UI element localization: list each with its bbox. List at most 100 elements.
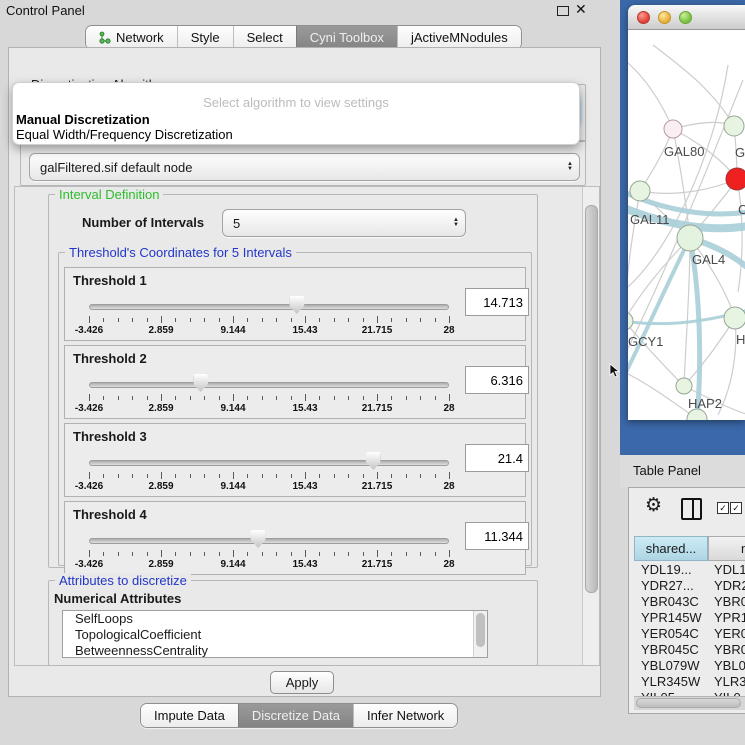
close-traffic-light-icon[interactable] [637, 11, 650, 24]
column-header-name[interactable]: n... [708, 536, 745, 561]
node-label-gal4: GAL4 [692, 252, 725, 267]
tab-jactivemnodules[interactable]: jActiveMNodules [397, 26, 521, 49]
tab-impute-data[interactable]: Impute Data [141, 704, 238, 727]
tab-style[interactable]: Style [177, 26, 233, 49]
slider-track[interactable] [89, 460, 449, 466]
popup-option-manual-discretization[interactable]: Manual Discretization [16, 112, 150, 127]
table-row[interactable]: YBL079WYBL0... [634, 658, 745, 674]
threshold-1-label: Threshold 1 [73, 273, 147, 288]
threshold-4-panel: Threshold 4 -3.4262.8599.14415.4321.7152… [64, 501, 526, 575]
tab-network[interactable]: Network [86, 26, 177, 49]
network-graph[interactable]: GAL80 GA C GAL11 GAL4 GCY1 H HAP2 [628, 30, 745, 420]
threshold-1-value-field[interactable] [465, 288, 529, 316]
scrollbar-thumb[interactable] [476, 613, 485, 647]
node-label-partial-top: GA [735, 145, 745, 160]
table-row[interactable]: YBR045CYBR0... [634, 642, 745, 658]
node-highlighted-red[interactable] [726, 168, 745, 190]
slider-tick-labels: -3.4262.8599.14415.4321.71528 [89, 559, 449, 571]
tab-select[interactable]: Select [233, 26, 296, 49]
attributes-list-scrollbar[interactable] [473, 611, 487, 657]
stepper-arrows-icon: ▲▼ [447, 218, 465, 228]
apply-button[interactable]: Apply [270, 671, 334, 694]
checkbox-icon[interactable]: ✓ [717, 502, 729, 514]
scrollbar-thumb[interactable] [585, 205, 598, 593]
node-label-gal11: GAL11 [630, 212, 670, 227]
threshold-4-value-field[interactable] [465, 522, 529, 550]
table-panel-body: ⚙ ✓ ✓ shared... n... YDL19...YDL1... YDR… [628, 487, 745, 714]
tab-infer-network[interactable]: Infer Network [353, 704, 457, 727]
threshold-3-slider[interactable]: -3.4262.8599.14415.4321.71528 [89, 457, 449, 495]
group-title: Attributes to discretize [55, 573, 191, 588]
table-horizontal-scrollbar[interactable] [634, 696, 745, 710]
gear-icon[interactable]: ⚙ [645, 494, 662, 517]
zoom-traffic-light-icon[interactable] [679, 11, 692, 24]
table-data-selected-value: galFiltered.sif default node [30, 160, 561, 175]
slider-handle[interactable] [193, 374, 208, 392]
network-canvas[interactable]: GAL80 GA C GAL11 GAL4 GCY1 H HAP2 [628, 30, 745, 420]
node-label-hap2: HAP2 [688, 396, 722, 411]
list-item-betweennesscentrality[interactable]: BetweennessCentrality [63, 643, 487, 658]
threshold-2-value-field[interactable] [465, 366, 529, 394]
table-row[interactable]: YLR345WYLR3... [634, 674, 745, 690]
network-window-frame: GAL80 GA C GAL11 GAL4 GCY1 H HAP2 [620, 0, 745, 455]
table-row[interactable]: YDR27...YDR2... [634, 578, 745, 594]
threshold-1-panel: Threshold 1 -3.4262.8599.14415.4321.7152… [64, 267, 526, 341]
number-of-intervals-label: Number of Intervals [82, 215, 204, 230]
column-header-shared-name[interactable]: shared... [634, 536, 708, 561]
stepper-arrows-icon: ▲▼ [561, 162, 579, 172]
node-gcy1[interactable] [628, 312, 633, 330]
table-row[interactable]: YDL19...YDL1... [634, 562, 745, 578]
table-data-group: Table Data galFiltered.sif default node … [20, 140, 586, 186]
threshold-4-slider[interactable]: -3.4262.8599.14415.4321.71528 [89, 535, 449, 573]
table-row[interactable]: YBR043CYBR0... [634, 594, 745, 610]
list-item-topologicalcoefficient[interactable]: TopologicalCoefficient [63, 627, 487, 643]
tab-discretize-data[interactable]: Discretize Data [238, 704, 353, 727]
threshold-2-label: Threshold 2 [73, 351, 147, 366]
numerical-attributes-list: SelfLoops TopologicalCoefficient Between… [62, 610, 488, 658]
scrollbar-thumb[interactable] [636, 698, 741, 708]
mouse-cursor-icon [609, 363, 620, 378]
node-label-gal80: GAL80 [664, 144, 704, 159]
close-icon[interactable]: ✕ [575, 1, 587, 18]
table-data-combobox[interactable]: galFiltered.sif default node ▲▼ [29, 153, 580, 181]
node-top-right[interactable] [724, 116, 744, 136]
threshold-3-value-field[interactable] [465, 444, 529, 472]
popup-option-equal-width-frequency[interactable]: Equal Width/Frequency Discretization [16, 127, 233, 142]
threshold-3-panel: Threshold 3 -3.4262.8599.14415.4321.7152… [64, 423, 526, 497]
number-of-intervals-combobox[interactable]: 5 ▲▼ [222, 209, 466, 237]
slider-handle[interactable] [251, 530, 266, 548]
checkbox-icon[interactable]: ✓ [730, 502, 742, 514]
tab-cyni-toolbox[interactable]: Cyni Toolbox [296, 26, 397, 49]
slider-handle[interactable] [289, 296, 304, 314]
table-panel-header: Table Panel [620, 455, 745, 487]
slider-ticks [89, 472, 449, 480]
slider-track[interactable] [89, 304, 449, 310]
float-window-icon[interactable] [557, 6, 569, 16]
table-row[interactable]: YPR145WYPR1... [634, 610, 745, 626]
table-rows: YDL19...YDL1... YDR27...YDR2... YBR043CY… [634, 562, 745, 706]
slider-ticks [89, 550, 449, 558]
slider-track[interactable] [89, 382, 449, 388]
threshold-2-panel: Threshold 2 -3.4262.8599.14415.4321.7152… [64, 345, 526, 419]
settings-vertical-scrollbar[interactable] [582, 187, 599, 665]
threshold-2-slider[interactable]: -3.4262.8599.14415.4321.71528 [89, 379, 449, 417]
column-layout-icon[interactable] [681, 498, 702, 520]
node-h[interactable] [724, 307, 745, 329]
minimize-traffic-light-icon[interactable] [658, 11, 671, 24]
node-gal80[interactable] [664, 120, 682, 138]
node-hap2[interactable] [676, 378, 692, 394]
network-icon [99, 31, 111, 44]
slider-tick-labels: -3.4262.8599.14415.4321.71528 [89, 325, 449, 337]
network-window-titlebar[interactable] [628, 5, 745, 30]
group-title: Threshold's Coordinates for 5 Intervals [65, 245, 296, 260]
threshold-1-slider[interactable]: -3.4262.8599.14415.4321.71528 [89, 301, 449, 339]
node-gal11[interactable] [630, 181, 650, 201]
slider-handle[interactable] [366, 452, 381, 470]
numerical-attributes-label: Numerical Attributes [54, 591, 181, 606]
tab-label: Network [116, 30, 164, 45]
table-row[interactable]: YER054CYER0... [634, 626, 745, 642]
list-item-selfloops[interactable]: SelfLoops [63, 611, 487, 627]
node-gal4[interactable] [677, 225, 703, 251]
slider-tick-labels: -3.4262.8599.14415.4321.71528 [89, 403, 449, 415]
slider-track[interactable] [89, 538, 449, 544]
